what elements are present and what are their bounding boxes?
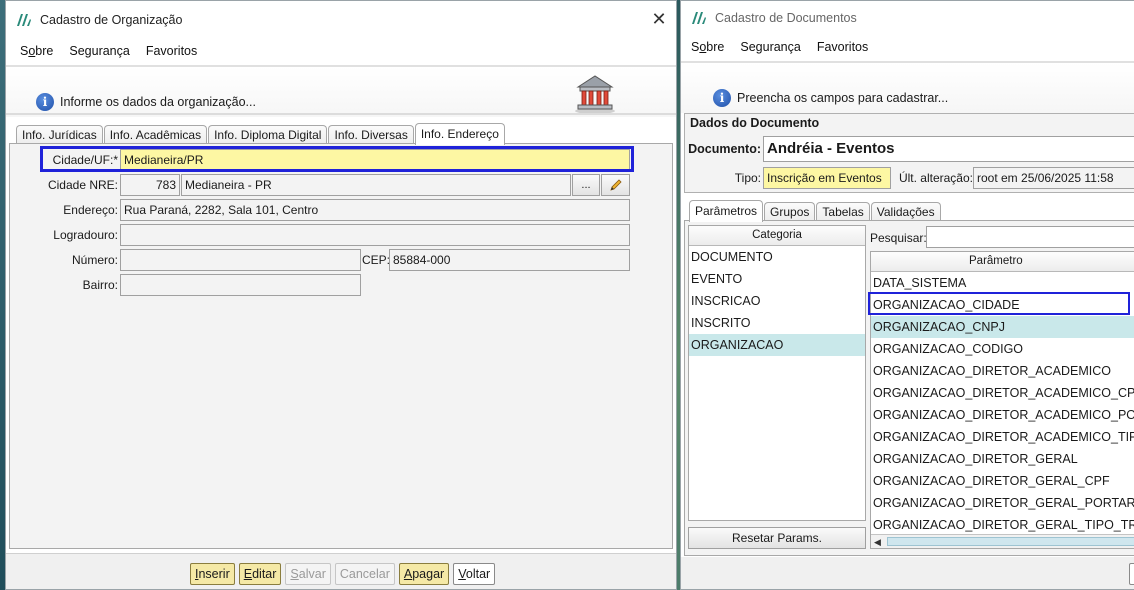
footer-button-partial[interactable]: [1129, 563, 1134, 585]
category-item[interactable]: ORGANIZACAO: [689, 334, 865, 356]
menu-item-0[interactable]: Sobre: [12, 44, 61, 58]
bairro-label: Bairro:: [82, 278, 118, 292]
parameter-item[interactable]: DATA_SISTEMA: [871, 272, 1134, 294]
cidade-nre-code-field[interactable]: 783: [120, 174, 180, 196]
documento-label: Documento:: [688, 142, 761, 156]
documento-field[interactable]: Andréia - Eventos: [763, 136, 1134, 162]
tab-strip: Info. Jurídicas Info. Acadêmicas Info. Dip…: [16, 123, 506, 145]
category-item[interactable]: EVENTO: [689, 268, 865, 290]
logradouro-label: Logradouro:: [53, 228, 118, 242]
footer-button-4[interactable]: Apagar: [398, 563, 450, 585]
info-icon: i: [713, 89, 731, 107]
app-logo-icon: [17, 14, 31, 26]
tab-2[interactable]: Tabelas: [816, 202, 870, 222]
tab-1[interactable]: Info. Acadêmicas: [103, 125, 208, 145]
parameter-item[interactable]: ORGANIZACAO_DIRETOR_ACADEMICO_PORT...: [871, 404, 1134, 426]
info-icon: i: [36, 93, 54, 111]
cidade-nre-name-field[interactable]: Medianeira - PR: [181, 174, 571, 196]
window-title: Cadastro de Documentos: [715, 11, 857, 25]
tab-strip: Parâmetros Grupos Tabelas Validações: [689, 200, 942, 222]
horizontal-scrollbar[interactable]: ◀: [871, 534, 1134, 548]
documents-window: Cadastro de Documentos Sobre Segurança Fav…: [680, 0, 1134, 590]
menu-item-1[interactable]: Segurança: [732, 40, 808, 54]
close-icon[interactable]: ✕: [650, 10, 668, 28]
numero-field[interactable]: [120, 249, 361, 271]
endereco-field[interactable]: Rua Paraná, 2282, Sala 101, Centro: [120, 199, 630, 221]
tab-3[interactable]: Info. Diversas: [328, 125, 414, 145]
parameter-item[interactable]: ORGANIZACAO_CODIGO: [871, 338, 1134, 360]
cep-label: CEP:: [362, 253, 391, 267]
category-list: Categoria DOCUMENTO EVENTO INSCRICAO INSCRI…: [688, 225, 866, 521]
parameter-item[interactable]: ORGANIZACAO_DIRETOR_ACADEMICO_CPF: [871, 382, 1134, 404]
tab-3[interactable]: Validações: [870, 202, 941, 222]
parameter-item[interactable]: ORGANIZACAO_DIRETOR_GERAL: [871, 448, 1134, 470]
tab-0[interactable]: Parâmetros: [689, 200, 764, 222]
footer-button-3[interactable]: Cancelar: [334, 563, 395, 585]
parameters-panel: Categoria DOCUMENTO EVENTO INSCRICAO INSCRI…: [684, 220, 1134, 556]
cidade-uf-field[interactable]: Medianeira/PR: [120, 149, 630, 171]
parameter-item[interactable]: ORGANIZACAO_DIRETOR_ACADEMICO: [871, 360, 1134, 382]
window-title: Cadastro de Organização: [40, 13, 183, 27]
numero-label: Número:: [71, 253, 118, 267]
tipo-field[interactable]: Inscrição em Eventos: [763, 167, 891, 189]
organization-window: Cadastro de Organização ✕ Sobre Segurança…: [5, 0, 677, 590]
scroll-thumb[interactable]: [887, 537, 1134, 546]
menu-item-2[interactable]: Favoritos: [138, 44, 205, 58]
cep-field[interactable]: 85884-000: [389, 249, 630, 271]
menu-bar: Sobre Segurança Favoritos: [681, 35, 1134, 59]
parameter-item[interactable]: ORGANIZACAO_DIRETOR_GERAL_TIPO_TRATA...: [871, 514, 1134, 536]
menu-item-0[interactable]: Sobre: [683, 40, 732, 54]
address-panel: Cidade/UF:* Medianeira/PR Cidade NRE: 78…: [9, 143, 673, 549]
cidade-uf-label: Cidade/UF:*: [52, 153, 118, 167]
menu-bar: Sobre Segurança Favoritos: [6, 39, 676, 63]
category-header: Categoria: [689, 226, 865, 246]
footer-button-2[interactable]: Salvar: [285, 563, 331, 585]
cidade-nre-label: Cidade NRE:: [47, 178, 118, 192]
search-input[interactable]: [926, 226, 1134, 248]
menu-item-1[interactable]: Segurança: [61, 44, 137, 58]
logradouro-field[interactable]: [120, 224, 630, 246]
category-item[interactable]: DOCUMENTO: [689, 246, 865, 268]
lookup-button[interactable]: ...: [572, 174, 600, 196]
category-item[interactable]: INSCRITO: [689, 312, 865, 334]
edit-pencil-icon[interactable]: [601, 174, 630, 196]
bairro-field[interactable]: [120, 274, 361, 296]
menu-item-2[interactable]: Favoritos: [809, 40, 876, 54]
endereco-label: Endereço:: [63, 203, 118, 217]
tab-0[interactable]: Info. Jurídicas: [16, 125, 103, 145]
building-icon: [575, 75, 615, 114]
parameter-list: Parâmetro DATA_SISTEMA ORGANIZACAO_CIDADE…: [870, 251, 1134, 549]
info-banner: i Preencha os campos para cadastrar...: [681, 63, 1134, 113]
banner-text: Preencha os campos para cadastrar...: [737, 91, 949, 105]
banner-divider: [6, 113, 676, 115]
title-bar[interactable]: Cadastro de Documentos: [681, 1, 1134, 35]
ult-alteracao-label: Últ. alteração:: [898, 171, 973, 185]
section-title: Dados do Documento: [690, 116, 820, 130]
document-data-section: Dados do Documento Documento: Andréia - …: [684, 113, 1134, 193]
footer-button-0[interactable]: Inserir: [190, 563, 235, 585]
ult-alteracao-field[interactable]: root em 25/06/2025 11:58: [973, 167, 1134, 189]
footer-button-5[interactable]: Voltar: [453, 563, 496, 585]
category-item[interactable]: INSCRICAO: [689, 290, 865, 312]
parameter-item[interactable]: ORGANIZACAO_DIRETOR_GERAL_CPF: [871, 470, 1134, 492]
footer-buttons: Inserir Editar Salvar Cancelar Apagar Voltar: [190, 563, 496, 585]
pesquisar-label: Pesquisar:: [870, 231, 927, 245]
banner-text: Informe os dados da organização...: [60, 95, 256, 109]
parameter-item[interactable]: ORGANIZACAO_DIRETOR_GERAL_PORTARIA: [871, 492, 1134, 514]
tipo-label: Tipo:: [734, 171, 761, 185]
parameter-item[interactable]: ORGANIZACAO_DIRETOR_ACADEMICO_TIPO_...: [871, 426, 1134, 448]
parameter-header: Parâmetro: [871, 252, 1134, 272]
tab-1[interactable]: Grupos: [764, 202, 816, 222]
info-banner: i Informe os dados da organização...: [6, 67, 676, 117]
tab-4[interactable]: Info. Endereço: [414, 123, 505, 145]
reset-params-button[interactable]: Resetar Params.: [688, 527, 866, 549]
title-bar[interactable]: Cadastro de Organização ✕: [6, 1, 676, 39]
parameter-item[interactable]: ORGANIZACAO_CNPJ: [871, 316, 1134, 338]
scroll-left-icon[interactable]: ◀: [874, 537, 881, 548]
parameter-item[interactable]: ORGANIZACAO_CIDADE: [871, 294, 1134, 316]
footer-button-1[interactable]: Editar: [238, 563, 282, 585]
tab-2[interactable]: Info. Diploma Digital: [208, 125, 328, 145]
footer-bar: [681, 557, 1134, 589]
app-logo-icon: [692, 12, 706, 24]
